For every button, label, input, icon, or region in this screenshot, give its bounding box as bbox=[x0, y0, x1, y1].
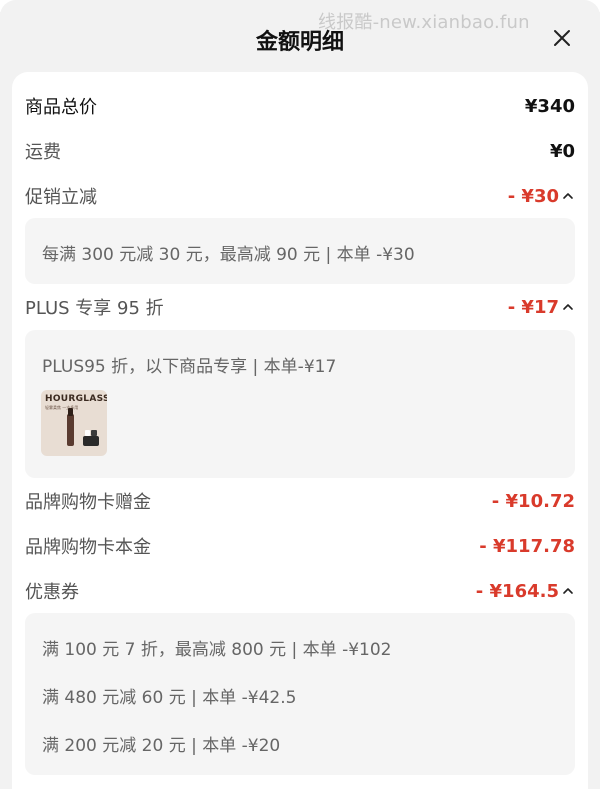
gift-card-principal-label: 品牌购物卡本金 bbox=[25, 537, 151, 558]
promo-amount: - ¥30 bbox=[507, 185, 559, 207]
plus-amount-group: - ¥17 bbox=[508, 297, 575, 318]
sheet-title: 金额明细 bbox=[255, 30, 344, 55]
chevron-up-icon[interactable] bbox=[561, 300, 575, 314]
plus-detail-line: PLUS95 折，以下商品专享 | 本单-¥17 bbox=[42, 357, 337, 377]
product-image bbox=[67, 408, 99, 446]
coupon-line: 满 100 元 7 折，最高减 800 元 | 本单 -¥102 bbox=[42, 640, 392, 660]
product-thumbnail[interactable]: HOURGLASS 轻雾柔焦 一支多用 bbox=[41, 390, 107, 456]
promo-detail-box: 每满 300 元减 30 元，最高减 90 元 | 本单 -¥30 bbox=[25, 218, 575, 284]
row-promo[interactable]: 促销立减 - ¥30 bbox=[25, 181, 575, 211]
promo-label: 促销立减 bbox=[25, 187, 97, 208]
total-label: 商品总价 bbox=[25, 97, 97, 118]
coupon-line: 满 480 元减 60 元 | 本单 -¥42.5 bbox=[42, 688, 297, 708]
total-amount: ¥340 bbox=[524, 95, 575, 117]
chevron-up-icon[interactable] bbox=[561, 584, 575, 598]
row-plus[interactable]: PLUS 专享 95 折 - ¥17 bbox=[25, 292, 575, 322]
row-total: 商品总价 ¥340 bbox=[25, 91, 575, 121]
shipping-label: 运费 bbox=[25, 142, 61, 163]
promo-amount-group: - ¥30 bbox=[508, 186, 575, 207]
coupons-label: 优惠券 bbox=[25, 582, 79, 603]
row-gift-card-principal: 品牌购物卡本金 - ¥117.78 bbox=[25, 531, 575, 561]
amount-card: 商品总价 ¥340 运费 ¥0 促销立减 - ¥30 每满 300 元减 30 … bbox=[12, 72, 588, 789]
close-icon bbox=[554, 30, 570, 46]
coupon-line: 满 200 元减 20 元 | 本单 -¥20 bbox=[42, 736, 281, 756]
shipping-amount: ¥0 bbox=[549, 140, 575, 162]
coupons-detail-box: 满 100 元 7 折，最高减 800 元 | 本单 -¥102 满 480 元… bbox=[25, 613, 575, 775]
close-button[interactable] bbox=[550, 26, 574, 50]
coupons-amount: - ¥164.5 bbox=[475, 580, 559, 602]
plus-label: PLUS 专享 95 折 bbox=[25, 298, 164, 319]
plus-detail-box: PLUS95 折，以下商品专享 | 本单-¥17 HOURGLASS 轻雾柔焦 … bbox=[25, 330, 575, 478]
gift-card-principal-amount: - ¥117.78 bbox=[479, 535, 575, 557]
amount-detail-sheet: 线报酷-new.xianbao.fun 金额明细 商品总价 ¥340 运费 ¥0… bbox=[0, 0, 600, 789]
chevron-up-icon[interactable] bbox=[561, 189, 575, 203]
gift-card-bonus-label: 品牌购物卡赠金 bbox=[25, 492, 151, 513]
promo-detail-line: 每满 300 元减 30 元，最高减 90 元 | 本单 -¥30 bbox=[42, 245, 415, 265]
gift-card-bonus-amount: - ¥10.72 bbox=[491, 490, 575, 512]
row-gift-card-bonus: 品牌购物卡赠金 - ¥10.72 bbox=[25, 486, 575, 516]
plus-amount: - ¥17 bbox=[507, 296, 559, 318]
row-shipping: 运费 ¥0 bbox=[25, 136, 575, 166]
row-coupons[interactable]: 优惠券 - ¥164.5 bbox=[25, 576, 575, 606]
coupons-amount-group: - ¥164.5 bbox=[476, 581, 575, 602]
